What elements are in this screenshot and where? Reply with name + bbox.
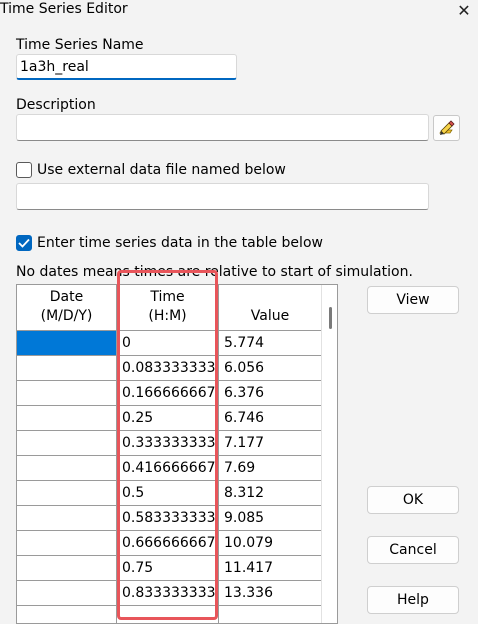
table-row: 0.416666667 7.69 [17,456,321,481]
close-button[interactable]: ✕ [450,0,478,20]
table-row: 0.25 6.746 [17,406,321,431]
time-header-line1: Time [150,289,185,305]
value-cell[interactable]: 7.69 [219,456,321,480]
cancel-button[interactable]: Cancel [367,536,459,564]
value-cell[interactable]: 5.774 [219,331,321,355]
relative-time-note: No dates means times are relative to sta… [16,264,413,280]
date-cell[interactable] [17,356,117,380]
window-title: Time Series Editor [0,1,128,17]
time-cell[interactable]: 0.75 [117,556,219,580]
value-cell[interactable]: 13.336 [219,581,321,605]
table-row: 0.833333333 13.336 [17,581,321,606]
value-cell[interactable]: 6.746 [219,406,321,430]
edit-description-button[interactable] [433,115,460,141]
table-row: 0.333333333 7.177 [17,431,321,456]
value-cell[interactable]: 10.079 [219,531,321,555]
date-cell[interactable] [17,606,117,623]
value-cell[interactable]: 6.376 [219,381,321,405]
time-cell[interactable]: 0.666666667 [117,531,219,555]
table-row: 0.666666667 10.079 [17,531,321,556]
time-cell[interactable]: 0.583333333 [117,506,219,530]
date-cell[interactable] [17,431,117,455]
time-cell[interactable]: 0 [117,331,219,355]
date-column-header[interactable]: Date (M/D/Y) [17,285,117,330]
time-cell[interactable]: 0.416666667 [117,456,219,480]
table-data-checkbox[interactable] [16,235,32,251]
checkmark-icon [18,238,30,248]
date-header-line2: (M/D/Y) [40,308,93,324]
table-row-partial [17,606,321,623]
time-series-name-input[interactable] [16,54,237,80]
time-cell[interactable]: 0.833333333 [117,581,219,605]
value-cell[interactable]: 9.085 [219,506,321,530]
external-file-input[interactable] [16,183,429,210]
time-cell[interactable] [117,606,219,623]
date-cell[interactable] [17,506,117,530]
value-column-header[interactable]: Value [219,285,321,330]
date-cell[interactable] [17,456,117,480]
help-button[interactable]: Help [367,586,459,614]
description-label: Description [16,97,96,113]
time-series-name-label: Time Series Name [16,37,144,53]
time-cell[interactable]: 0.333333333 [117,431,219,455]
time-header-line2: (H:M) [148,308,187,324]
time-series-grid[interactable]: Date (M/D/Y) Time (H:M) Value 0 5.774 0.… [16,284,338,624]
date-cell[interactable] [17,581,117,605]
pencil-note-icon [438,120,455,135]
table-row: 0 5.774 [17,331,321,356]
date-cell[interactable] [17,406,117,430]
table-data-label: Enter time series data in the table belo… [37,235,323,251]
table-row: 0.583333333 9.085 [17,506,321,531]
date-cell[interactable] [17,381,117,405]
value-cell[interactable]: 7.177 [219,431,321,455]
close-icon: ✕ [457,0,471,20]
table-row: 0.166666667 6.376 [17,381,321,406]
time-column-header[interactable]: Time (H:M) [117,285,219,330]
date-cell[interactable] [17,556,117,580]
title-bar: Time Series Editor ✕ [0,0,478,20]
date-cell[interactable] [17,531,117,555]
time-cell[interactable]: 0.083333333 [117,356,219,380]
date-cell[interactable] [17,481,117,505]
grid-vertical-scrollbar[interactable] [321,285,337,623]
external-file-label: Use external data file named below [37,162,286,178]
value-cell[interactable] [219,606,321,623]
ok-button[interactable]: OK [367,486,459,514]
time-cell[interactable]: 0.5 [117,481,219,505]
external-file-checkbox[interactable] [16,162,32,178]
value-cell[interactable]: 11.417 [219,556,321,580]
date-cell[interactable] [17,331,117,355]
time-cell[interactable]: 0.25 [117,406,219,430]
description-input[interactable] [16,114,429,141]
scrollbar-thumb[interactable] [329,307,332,329]
table-row: 0.75 11.417 [17,556,321,581]
value-cell[interactable]: 6.056 [219,356,321,380]
view-button[interactable]: View [367,286,459,314]
table-row: 0.5 8.312 [17,481,321,506]
time-cell[interactable]: 0.166666667 [117,381,219,405]
value-cell[interactable]: 8.312 [219,481,321,505]
date-header-line1: Date [49,289,84,305]
grid-rows: 0 5.774 0.083333333 6.056 0.166666667 6.… [17,331,321,623]
table-row: 0.083333333 6.056 [17,356,321,381]
grid-header: Date (M/D/Y) Time (H:M) Value [17,285,321,331]
